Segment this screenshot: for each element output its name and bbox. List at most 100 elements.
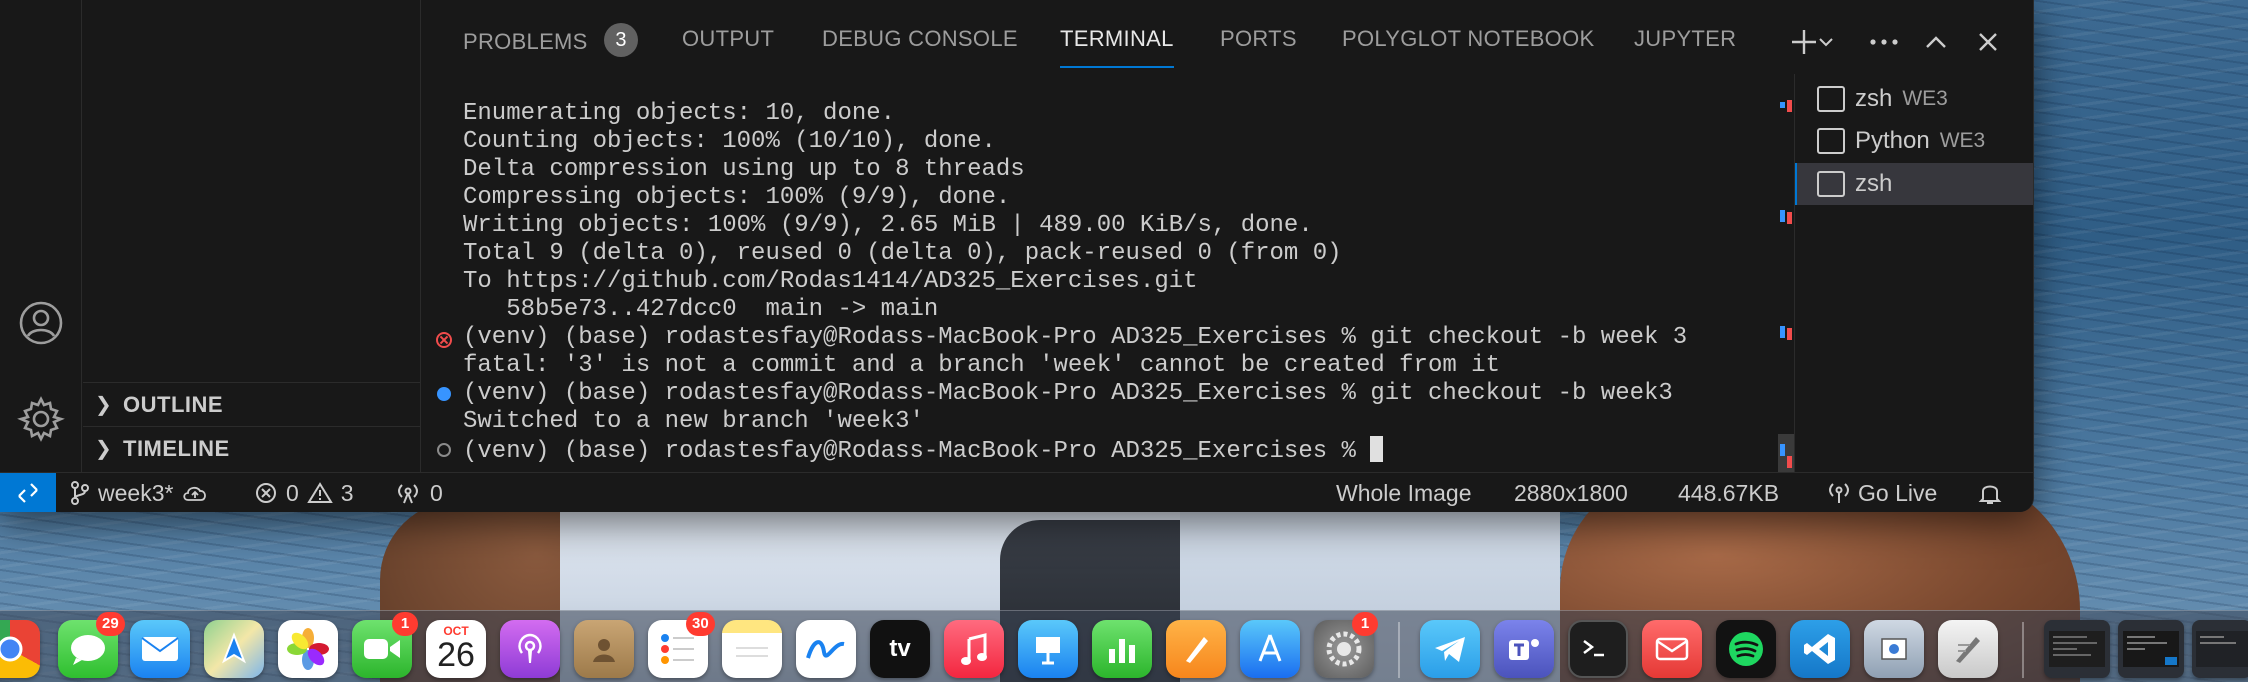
more-icon[interactable] <box>1864 22 1904 62</box>
tab-output-label: OUTPUT <box>682 26 775 51</box>
tab-ports[interactable]: PORTS <box>1220 26 1297 62</box>
terminal-line: Counting objects: 100% (10/10), done. <box>463 128 996 155</box>
ports-count: 0 <box>430 479 443 506</box>
gear-icon[interactable] <box>14 392 68 446</box>
image-size-status[interactable]: 448.67KB <box>1678 473 1779 512</box>
terminal-line: Enumerating objects: 10, done. <box>463 100 896 127</box>
terminal-icon <box>1817 86 1845 112</box>
terminal-instance-zsh-active[interactable]: zsh <box>1795 163 2033 205</box>
problems-status[interactable]: 0 3 <box>254 473 354 512</box>
photos-icon[interactable] <box>278 620 338 678</box>
ruler-mark <box>1787 456 1792 468</box>
notifications-bell-icon[interactable] <box>1978 473 2002 512</box>
terminal-line: (venv) (base) rodastesfay@Rodass-MacBook… <box>463 324 1688 351</box>
numbers-icon[interactable] <box>1092 620 1152 678</box>
freeform-icon[interactable] <box>796 620 856 678</box>
reminders-badge: 30 <box>686 612 715 636</box>
image-size-label: 448.67KB <box>1678 479 1780 506</box>
calendar-icon[interactable]: OCT 26 <box>426 620 486 678</box>
contacts-icon[interactable] <box>574 620 634 678</box>
close-icon[interactable] <box>1968 22 2008 62</box>
terminal-line: Switched to a new branch 'week3' <box>463 408 924 435</box>
terminal-line: Total 9 (delta 0), reused 0 (delta 0), p… <box>463 240 1342 267</box>
image-mode-status[interactable]: Whole Image <box>1336 473 1472 512</box>
preview-icon[interactable] <box>1864 620 1924 678</box>
command-success-icon[interactable] <box>437 387 451 401</box>
timeline-section[interactable]: ❯ TIMELINE <box>83 426 421 470</box>
terminal-instance-name: zsh <box>1855 85 1893 112</box>
keynote-icon[interactable] <box>1018 620 1078 678</box>
apple-tv-label: tv <box>889 635 911 662</box>
ruler-mark <box>1787 212 1792 224</box>
tab-terminal[interactable]: TERMINAL <box>1060 26 1174 68</box>
mail-icon[interactable] <box>130 620 190 678</box>
teams-icon[interactable] <box>1494 620 1554 678</box>
maps-icon[interactable] <box>204 620 264 678</box>
maximize-chevron-up-icon[interactable] <box>1916 22 1956 62</box>
tab-debug-console[interactable]: DEBUG CONSOLE <box>822 26 1018 62</box>
terminal-line: Writing objects: 100% (9/9), 2.65 MiB | … <box>463 212 1313 239</box>
go-live-label: Go Live <box>1858 479 1938 506</box>
timeline-label: TIMELINE <box>123 435 230 461</box>
chrome-icon[interactable] <box>0 620 40 678</box>
tab-terminal-label: TERMINAL <box>1060 26 1174 51</box>
broadcast-icon <box>1829 483 1849 503</box>
terminal-instance-name: Python <box>1855 127 1930 154</box>
bottom-panel: PROBLEMS 3 OUTPUT DEBUG CONSOLE TERMINAL… <box>422 0 2033 472</box>
terminal-output[interactable]: Enumerating objects: 10, done. Counting … <box>422 92 1772 470</box>
problems-count-badge: 3 <box>604 23 639 57</box>
dock-separator <box>2022 622 2024 678</box>
music-icon[interactable] <box>944 620 1004 678</box>
messages-badge: 29 <box>96 612 125 636</box>
dock-separator <box>1398 622 1400 678</box>
mail-client-icon[interactable] <box>1642 620 1702 678</box>
minimized-window-thumbnail[interactable] <box>2044 620 2110 678</box>
minimized-window-thumbnail[interactable] <box>2118 620 2184 678</box>
spotify-icon[interactable] <box>1716 620 1776 678</box>
ruler-mark <box>1787 328 1792 340</box>
branch-status[interactable]: week3* <box>70 473 209 512</box>
ruler-mark <box>1780 102 1785 108</box>
vscode-window: ❯ OUTLINE ❯ TIMELINE PROBLEMS 3 OUTPUT D… <box>0 0 2034 512</box>
go-live-button[interactable]: Go Live <box>1828 473 1937 512</box>
tab-jupyter[interactable]: JUPYTER <box>1634 26 1736 62</box>
chevron-down-icon[interactable] <box>1814 22 1838 62</box>
script-editor-icon[interactable] <box>1938 620 1998 678</box>
minimized-window-thumbnail[interactable] <box>2192 620 2248 678</box>
app-store-icon[interactable] <box>1240 620 1300 678</box>
terminal-app-icon[interactable] <box>1568 620 1628 678</box>
tab-output[interactable]: OUTPUT <box>682 26 774 62</box>
telegram-icon[interactable] <box>1420 620 1480 678</box>
warning-count: 3 <box>340 479 354 506</box>
tab-polyglot-notebook[interactable]: POLYGLOT NOTEBOOK <box>1342 26 1594 62</box>
terminal-instance-folder: WE3 <box>1902 87 1948 110</box>
terminal-line: fatal: '3' is not a commit and a branch … <box>463 352 1500 379</box>
broadcast-icon <box>398 484 418 504</box>
vscode-app-icon[interactable] <box>1790 620 1850 678</box>
apple-tv-icon[interactable]: tv <box>870 620 930 678</box>
ports-status[interactable]: 0 <box>394 473 443 512</box>
terminal-line: Delta compression using up to 8 threads <box>463 156 1025 183</box>
facetime-badge: 1 <box>392 612 418 636</box>
sync-cloud-icon <box>183 486 207 501</box>
terminal-prompt: (venv) (base) rodastesfay@Rodass-MacBook… <box>463 438 1371 465</box>
ruler-mark <box>1780 210 1785 222</box>
error-icon <box>256 483 276 503</box>
podcasts-icon[interactable] <box>500 620 560 678</box>
chevron-right-icon: ❯ <box>95 438 113 460</box>
notes-icon[interactable] <box>722 620 782 678</box>
tab-problems[interactable]: PROBLEMS 3 <box>463 23 639 62</box>
terminal-instance-python-we3[interactable]: Python WE3 <box>1795 120 2033 162</box>
terminal-line: 58b5e73..427dcc0 main -> main <box>463 296 939 323</box>
terminal-prompt-line[interactable]: (venv) (base) rodastesfay@Rodass-MacBook… <box>463 436 1384 465</box>
outline-label: OUTLINE <box>123 391 224 417</box>
command-error-icon[interactable] <box>436 332 452 348</box>
accounts-icon[interactable] <box>14 296 68 350</box>
pages-icon[interactable] <box>1166 620 1226 678</box>
status-bar: week3* 0 3 0 Whole Image 2880x1800 448.6… <box>0 472 2033 512</box>
terminal-instance-name: zsh <box>1855 170 1893 197</box>
image-dimensions-status[interactable]: 2880x1800 <box>1514 473 1628 512</box>
outline-section[interactable]: ❯ OUTLINE <box>83 382 421 426</box>
remote-indicator-button[interactable] <box>0 473 56 512</box>
terminal-instance-zsh-we3[interactable]: zsh WE3 <box>1795 78 2033 120</box>
